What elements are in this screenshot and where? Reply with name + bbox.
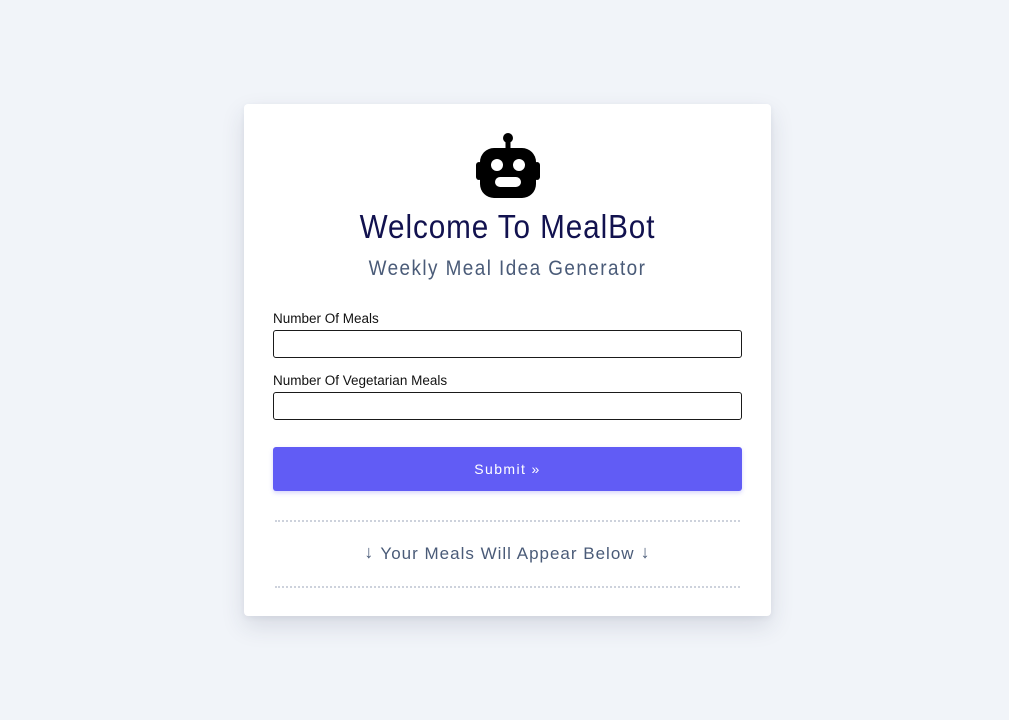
divider-bottom — [275, 586, 740, 588]
vegetarian-meals-input[interactable] — [273, 392, 742, 420]
submit-button[interactable]: Submit » — [273, 447, 742, 491]
vegetarian-meals-label: Number Of Vegetarian Meals — [273, 373, 448, 388]
mealbot-card: Welcome To MealBot Weekly Meal Idea Gene… — [244, 104, 771, 616]
arrow-down-icon: ↓ — [364, 542, 375, 562]
results-note-text: Your Meals Will Appear Below — [380, 544, 635, 563]
meals-input[interactable] — [273, 330, 742, 358]
meals-label: Number Of Meals — [273, 311, 379, 326]
page-subtitle: Weekly Meal Idea Generator — [368, 257, 647, 280]
page-title: Welcome To MealBot — [359, 208, 656, 245]
arrow-down-icon: ↓ — [640, 542, 651, 562]
robot-icon — [476, 133, 540, 198]
divider-top — [275, 520, 740, 522]
results-note: ↓ Your Meals Will Appear Below ↓ — [244, 542, 771, 564]
